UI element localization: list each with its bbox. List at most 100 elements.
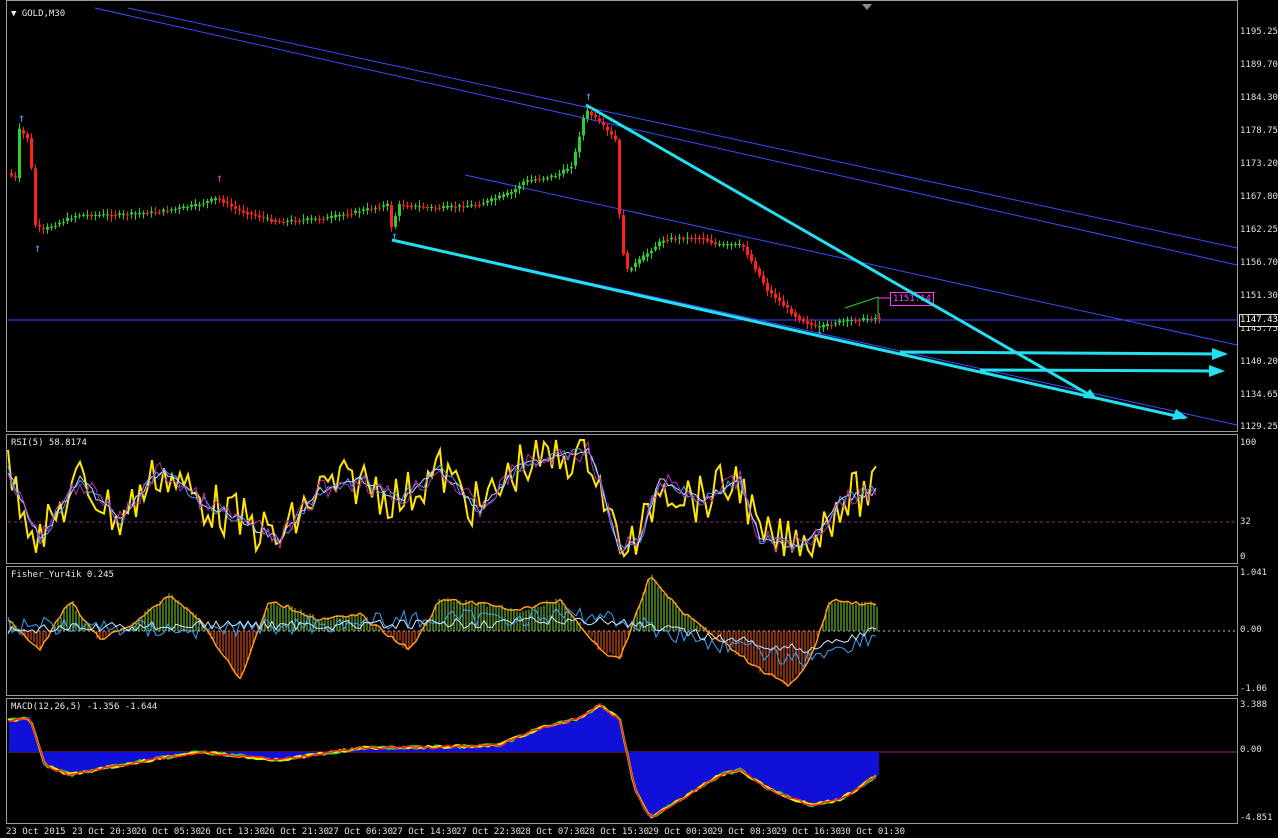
candle-body	[14, 175, 17, 178]
candle-body	[94, 214, 97, 216]
candle-body	[226, 201, 229, 203]
candle-body	[198, 205, 201, 207]
candle-body	[666, 239, 669, 241]
candle-body	[826, 323, 829, 327]
candle-body	[90, 215, 93, 217]
candle-body	[870, 318, 873, 320]
candle-body	[82, 214, 85, 216]
candle-body	[598, 118, 601, 121]
candle-body	[210, 198, 213, 202]
candle-body	[286, 220, 289, 222]
candle-body	[518, 185, 521, 189]
candle-body	[686, 237, 689, 239]
candle-body	[742, 245, 745, 247]
candle-body	[670, 237, 673, 240]
candle-body	[250, 213, 253, 215]
candle-body	[490, 198, 493, 202]
candle-body	[406, 205, 409, 207]
candle-body	[446, 205, 449, 208]
candle-body	[698, 238, 701, 239]
candle-body	[866, 319, 869, 321]
candle-body	[746, 246, 749, 256]
candle-body	[754, 261, 757, 270]
candle-body	[154, 212, 157, 214]
candle-body	[46, 226, 49, 230]
fractal-arrow-icon: ↑	[816, 327, 823, 341]
candle-body	[122, 213, 125, 215]
candle-body	[702, 238, 705, 240]
candle-body	[22, 130, 25, 134]
candle-body	[434, 207, 437, 209]
candle-body	[438, 207, 441, 209]
candle-body	[310, 218, 313, 220]
candle-body	[130, 212, 133, 215]
candle-body	[562, 169, 565, 174]
candle-body	[214, 198, 217, 201]
candle-body	[270, 219, 273, 222]
candle-body	[506, 192, 509, 196]
candle-body	[222, 199, 225, 203]
candle-body	[30, 138, 33, 168]
candle-body	[34, 168, 37, 226]
candle-body	[486, 200, 489, 203]
candle-body	[78, 215, 81, 217]
candle-body	[594, 115, 597, 118]
candle-body	[246, 211, 249, 215]
candle-body	[278, 221, 281, 223]
candle-body	[290, 220, 293, 222]
candle-body	[238, 208, 241, 211]
candle-body	[462, 206, 465, 208]
candle-body	[54, 225, 57, 227]
candle-body	[794, 312, 797, 317]
candle-body	[394, 216, 397, 227]
candle-body	[306, 218, 309, 220]
candle-body	[706, 238, 709, 241]
candle-body	[134, 213, 137, 215]
candle-body	[322, 218, 325, 220]
candle-body	[530, 180, 533, 182]
candle-body	[334, 214, 337, 218]
candle-body	[674, 238, 677, 240]
candle-body	[786, 304, 789, 308]
candle-body	[234, 206, 237, 209]
candle-body	[622, 215, 625, 255]
candle-body	[18, 128, 21, 178]
fisher-line	[7, 576, 877, 688]
candle-body	[354, 210, 357, 213]
candle-body	[718, 243, 721, 245]
candle-body	[110, 215, 113, 217]
candle-body	[722, 244, 725, 246]
candle-body	[50, 226, 53, 228]
candle-body	[262, 216, 265, 218]
candle-body	[106, 214, 109, 216]
candle-body	[690, 238, 693, 239]
candle-body	[478, 205, 481, 207]
candle-body	[118, 213, 121, 215]
candle-body	[854, 320, 857, 322]
candle-body	[650, 251, 653, 254]
candle-body	[202, 203, 205, 205]
candle-body	[610, 131, 613, 135]
candle-body	[430, 206, 433, 208]
candle-body	[814, 325, 817, 326]
candle-body	[474, 205, 477, 207]
candle-body	[510, 192, 513, 194]
candle-body	[734, 244, 737, 246]
candle-body	[230, 204, 233, 207]
candle-body	[710, 240, 713, 244]
candle-body	[838, 320, 841, 323]
candle-body	[494, 198, 497, 200]
candle-body	[166, 210, 169, 212]
candle-body	[266, 217, 269, 219]
candle-body	[850, 320, 853, 322]
candle-body	[258, 215, 261, 218]
candle-body	[458, 205, 461, 207]
candle-body	[410, 205, 413, 208]
candle-body	[842, 321, 845, 323]
fractal-arrow-icon: ↑	[585, 89, 592, 103]
candle-body	[138, 213, 141, 215]
candle-body	[542, 178, 545, 180]
fractal-arrow-icon: ↑	[391, 229, 398, 243]
candle-body	[386, 203, 389, 206]
candle-body	[186, 207, 189, 209]
